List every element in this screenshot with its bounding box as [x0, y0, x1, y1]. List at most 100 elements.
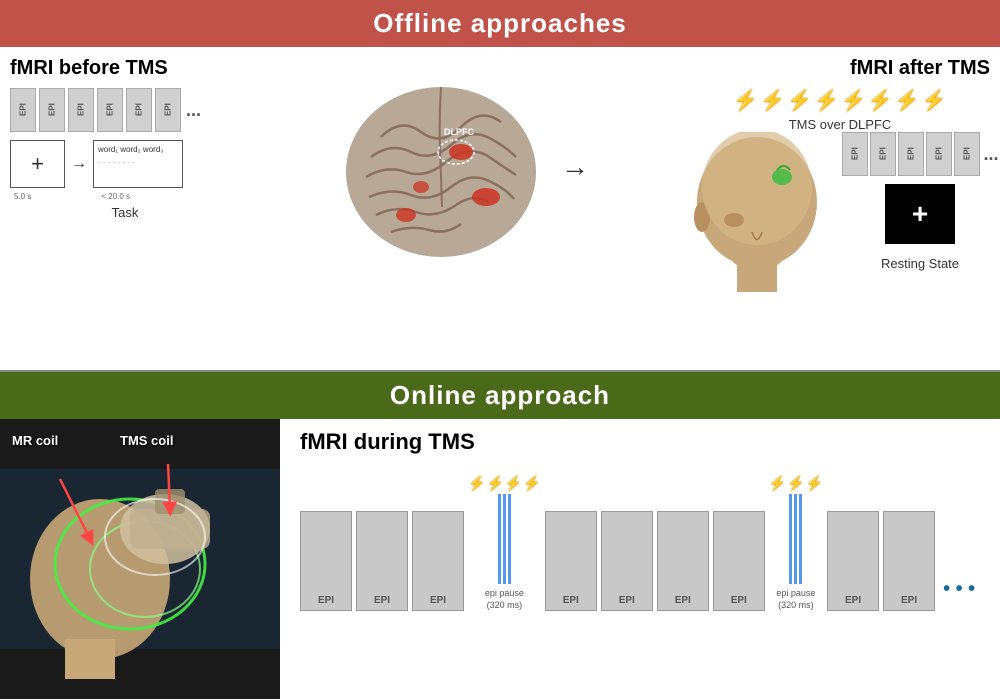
- epi-block-r3: EPI: [898, 132, 924, 176]
- bottom-content: MR coil TMS coil fMRI during TMS EPI EPI: [0, 419, 1000, 699]
- epi-block-5: EPI: [126, 88, 152, 132]
- fmri-before-title: fMRI before TMS: [10, 57, 240, 80]
- epi-block-3: EPI: [68, 88, 94, 132]
- epi-tall-8: EPI: [827, 511, 879, 611]
- epi-strip-left: EPI EPI EPI EPI EPI EPI ...: [10, 88, 240, 132]
- top-section: Offline approaches fMRI before TMS EPI E…: [0, 0, 1000, 370]
- timing-5s: 5.0 s: [14, 192, 31, 201]
- task-diagram: + → word₁ word₂ word₃ - - - - - - - -: [10, 140, 240, 188]
- lightning-2: ⚡: [760, 88, 785, 113]
- lightning-s1: ⚡: [468, 475, 485, 492]
- epi-tall-9: EPI: [883, 511, 935, 611]
- tms-burst-1: ⚡ ⚡ ⚡ ⚡ epi pause(320 ms): [468, 475, 541, 611]
- bottom-header-text: Online approach: [390, 380, 610, 410]
- fmri-after-title: fMRI after TMS: [690, 57, 990, 80]
- lightning-s2: ⚡: [486, 475, 503, 492]
- brain-container: DLPFC: [331, 57, 551, 277]
- lightning-7: ⚡: [895, 88, 920, 113]
- lightning-s6: ⚡: [787, 475, 804, 492]
- epi-ellipsis-left: ...: [186, 100, 201, 121]
- word-line: word₁ word₂ word₃: [98, 145, 164, 154]
- epi-label-9: EPI: [901, 595, 917, 606]
- lightning-s7: ⚡: [806, 475, 823, 492]
- lightning-group-1: ⚡ ⚡ ⚡ ⚡ ⚡ ⚡ ⚡ ⚡: [733, 88, 946, 113]
- task-arrow: →: [71, 155, 87, 173]
- tms-blue-lines-1: [498, 494, 511, 584]
- epi-block-2: EPI: [39, 88, 65, 132]
- right-diagram: fMRI during TMS EPI EPI EPI ⚡: [280, 419, 1000, 699]
- lightning-s5: ⚡: [769, 475, 786, 492]
- lightning-s3: ⚡: [505, 475, 522, 492]
- epi-timeline: EPI EPI EPI ⚡ ⚡ ⚡ ⚡: [300, 475, 990, 611]
- tms-coil-label-overlay: TMS coil: [120, 433, 173, 448]
- blue-line-4: [789, 494, 792, 584]
- epi-label-7: EPI: [731, 595, 747, 606]
- timing-20s: < 20.0 s: [101, 192, 130, 201]
- main-arrow: →: [561, 151, 589, 183]
- fixation-cross: +: [31, 151, 44, 177]
- lightning-6: ⚡: [868, 88, 893, 113]
- epi-ellipsis-right: ...: [984, 144, 999, 165]
- left-column: fMRI before TMS EPI EPI EPI EPI EPI EPI …: [10, 57, 240, 220]
- lightning-4: ⚡: [814, 88, 839, 113]
- epi-timeline-dots: • • •: [943, 578, 975, 601]
- epi-block-4: EPI: [97, 88, 123, 132]
- lightning-3: ⚡: [787, 88, 812, 113]
- lightning-1: ⚡: [733, 88, 758, 113]
- epi-tall-1: EPI: [300, 511, 352, 611]
- resting-box: +: [885, 184, 955, 244]
- epi-label-1: EPI: [318, 595, 334, 606]
- head-container: [682, 132, 832, 292]
- epi-strip-right: EPI EPI EPI EPI EPI ...: [842, 132, 999, 176]
- epi-tall-2: EPI: [356, 511, 408, 611]
- epi-tall-3: EPI: [412, 511, 464, 611]
- right-side-content: EPI EPI EPI EPI EPI ... + Resting State: [842, 132, 999, 271]
- top-content: fMRI before TMS EPI EPI EPI EPI EPI EPI …: [0, 47, 1000, 369]
- epi-tall-7: EPI: [713, 511, 765, 611]
- dashes-line: - - - - - - - -: [98, 158, 135, 167]
- epi-block-r2: EPI: [870, 132, 896, 176]
- epi-block-r4: EPI: [926, 132, 952, 176]
- epi-label-3: EPI: [430, 595, 446, 606]
- epi-block-1: EPI: [10, 88, 36, 132]
- blue-line-5: [794, 494, 797, 584]
- brain-svg: DLPFC: [331, 57, 551, 277]
- fmri-during-title: fMRI during TMS: [300, 429, 990, 455]
- epi-label-8: EPI: [845, 595, 861, 606]
- photo-area: MR coil TMS coil: [0, 419, 280, 699]
- epi-tall-4: EPI: [545, 511, 597, 611]
- tms-section: ⚡ ⚡ ⚡ ⚡ ⚡ ⚡ ⚡ ⚡ TMS over DLPFC: [690, 88, 990, 292]
- words-box: word₁ word₂ word₃ - - - - - - - -: [93, 140, 183, 188]
- photo-svg: [0, 419, 280, 699]
- blue-line-6: [799, 494, 802, 584]
- brain-arrow-area: DLPFC →: [240, 57, 690, 277]
- right-column: fMRI after TMS ⚡ ⚡ ⚡ ⚡ ⚡ ⚡ ⚡ ⚡ TM: [690, 57, 990, 292]
- epi-block-r5: EPI: [954, 132, 980, 176]
- epi-label-2: EPI: [374, 595, 390, 606]
- epi-block-6: EPI: [155, 88, 181, 132]
- fixation-box: +: [10, 140, 65, 188]
- head-svg: [682, 132, 832, 292]
- epi-tall-6: EPI: [657, 511, 709, 611]
- tms-lightning-small-2: ⚡ ⚡ ⚡: [769, 475, 823, 492]
- resting-state-label: Resting State: [881, 256, 959, 271]
- epi-label-4: EPI: [563, 595, 579, 606]
- task-label: Task: [10, 205, 240, 220]
- tms-blue-lines-2: [789, 494, 802, 584]
- bottom-section: Online approach: [0, 372, 1000, 700]
- tms-row: EPI EPI EPI EPI EPI ... + Resting State: [682, 132, 999, 292]
- tms-lightning-small-1: ⚡ ⚡ ⚡ ⚡: [468, 475, 541, 492]
- mr-coil-label: MR coil: [12, 433, 58, 448]
- bottom-header: Online approach: [0, 372, 1000, 419]
- epi-label-6: EPI: [675, 595, 691, 606]
- tms-label: TMS over DLPFC: [789, 117, 892, 132]
- lightning-5: ⚡: [841, 88, 866, 113]
- photo-labels-overlay: MR coil: [12, 433, 58, 448]
- top-header: Offline approaches: [0, 0, 1000, 47]
- blue-line-3: [508, 494, 511, 584]
- tms-coil-label: TMS coil: [120, 433, 173, 448]
- epi-block-r1: EPI: [842, 132, 868, 176]
- lightning-8: ⚡: [922, 88, 947, 113]
- resting-cross: +: [912, 198, 928, 230]
- epi-tall-5: EPI: [601, 511, 653, 611]
